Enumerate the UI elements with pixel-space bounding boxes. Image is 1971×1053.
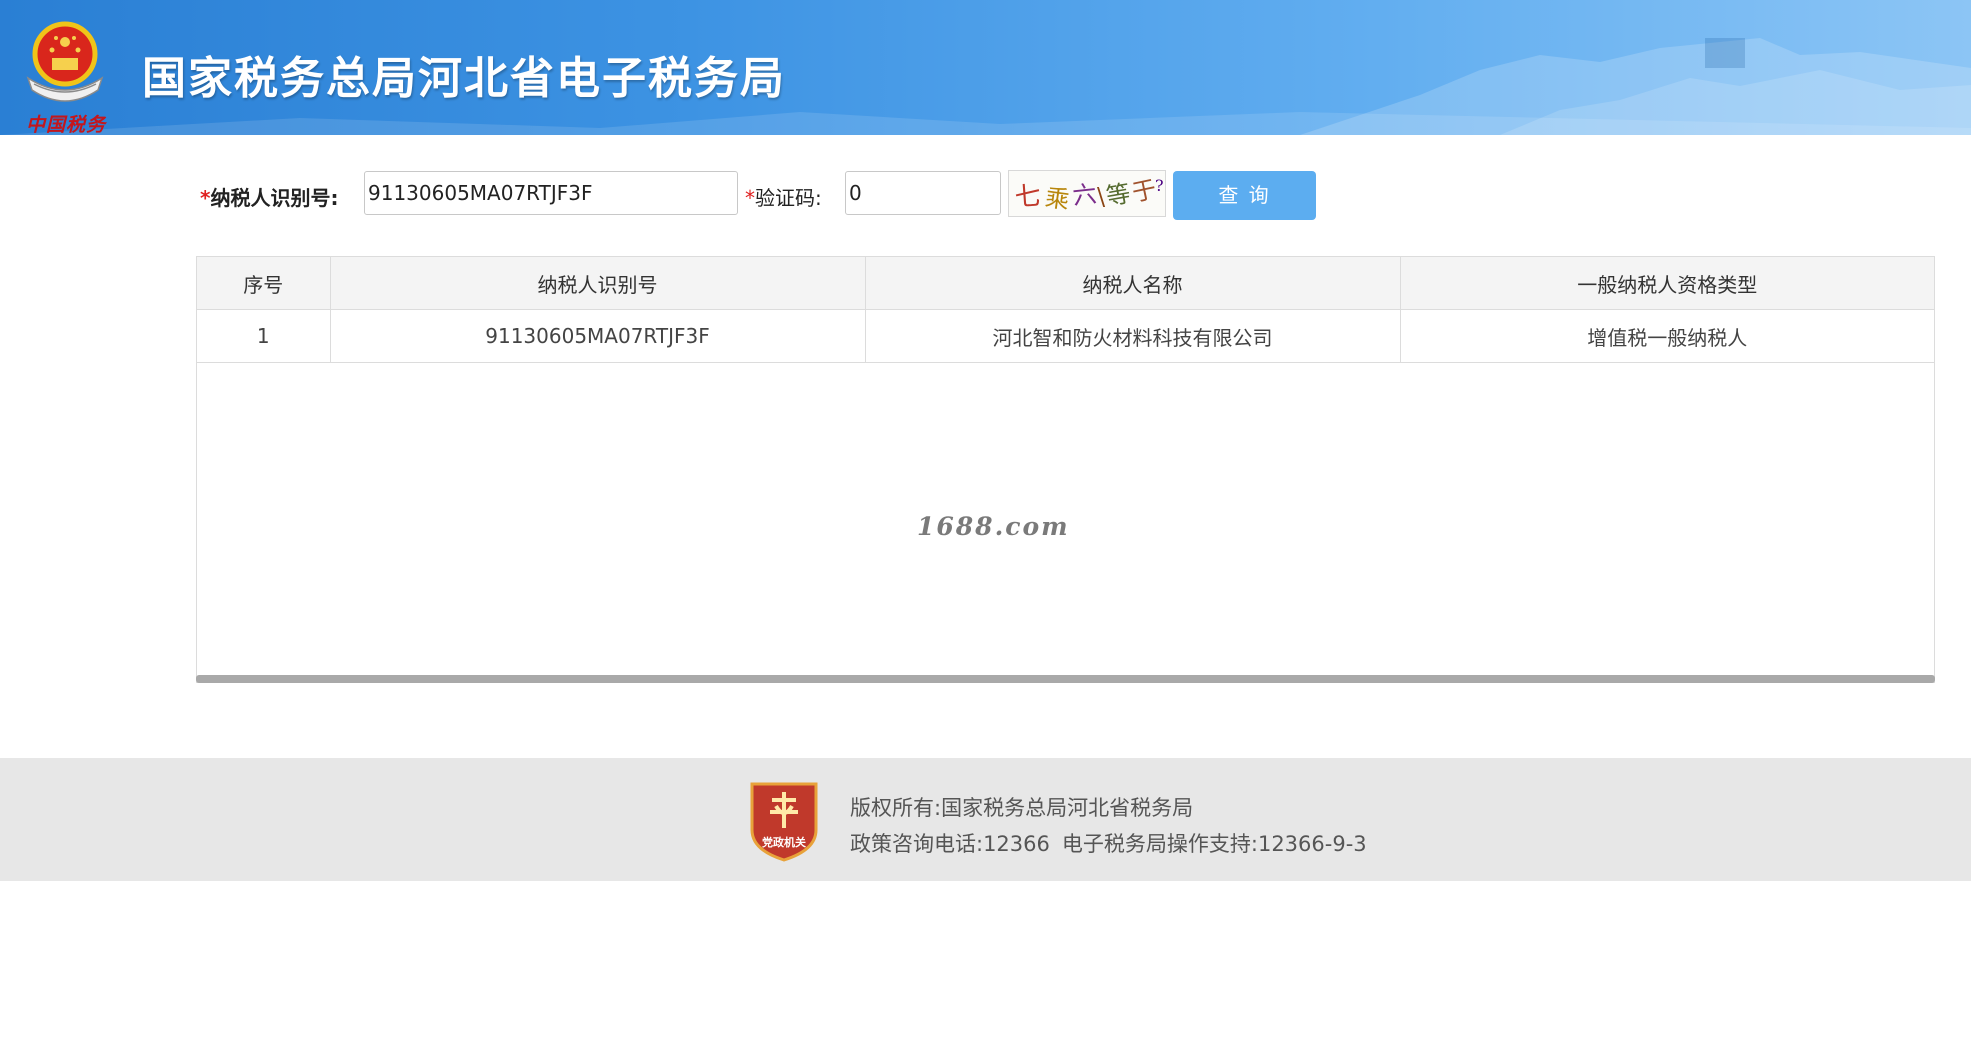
site-footer: 党政机关 版权所有:国家税务总局河北省税务局 政策咨询电话:12366 电子税务局… (0, 758, 1971, 881)
taxid-input[interactable] (364, 171, 738, 215)
watermark: 1688.com (917, 512, 1070, 541)
party-government-badge-icon[interactable]: 党政机关 (748, 778, 820, 862)
footer-hotline: 政策咨询电话:12366 (850, 832, 1050, 856)
search-form: *纳税人识别号: *验证码: 七 乘 六 \ 等 于 ? 查 询 (0, 168, 1971, 224)
footer-support: 电子税务局操作支持:12366-9-3 (1061, 832, 1367, 856)
captcha-label: *验证码: (745, 182, 822, 211)
footer-contact: 政策咨询电话:12366 电子税务局操作支持:12366-9-3 (850, 828, 1379, 858)
query-button[interactable]: 查 询 (1173, 171, 1316, 220)
china-tax-slogan: 中国税务 (26, 114, 107, 135)
footer-copyright: 版权所有:国家税务总局河北省税务局 (850, 796, 1194, 820)
results-table: 序号 纳税人识别号 纳税人名称 一般纳税人资格类型 1 91130605MA07… (196, 256, 1935, 683)
svg-text:六: 六 (1071, 180, 1098, 210)
captcha-image[interactable]: 七 乘 六 \ 等 于 ? (1008, 170, 1166, 217)
captcha-graphic: 七 乘 六 \ 等 于 ? (1014, 175, 1164, 215)
col-header-qualification-type: 一般纳税人资格类型 (1400, 257, 1934, 310)
required-mark: * (745, 186, 755, 210)
taxid-label: *纳税人识别号: (200, 182, 338, 211)
cell-index: 1 (197, 309, 331, 363)
svg-text:?: ? (1155, 176, 1164, 195)
col-header-taxid: 纳税人识别号 (330, 257, 866, 310)
cell-taxid: 91130605MA07RTJF3F (330, 309, 866, 363)
col-header-index: 序号 (197, 257, 331, 310)
svg-text:党政机关: 党政机关 (762, 835, 806, 849)
taxid-label-text: 纳税人识别号: (210, 186, 339, 210)
required-mark: * (200, 186, 211, 210)
cell-qualification-type: 增值税一般纳税人 (1400, 309, 1934, 363)
table-row: 1 91130605MA07RTJF3F 河北智和防火材料科技有限公司 增值税一… (197, 309, 1934, 363)
site-title: 国家税务总局河北省电子税务局 (142, 53, 786, 104)
col-header-taxpayer-name: 纳税人名称 (865, 257, 1401, 310)
cell-taxpayer-name: 河北智和防火材料科技有限公司 (865, 309, 1401, 363)
captcha-input[interactable] (845, 171, 1001, 215)
svg-text:七: 七 (1014, 181, 1042, 213)
svg-text:乘: 乘 (1043, 183, 1071, 214)
captcha-label-text: 验证码: (755, 186, 822, 210)
svg-text:等: 等 (1104, 179, 1132, 211)
site-header: 中国税务 国家税务总局河北省电子税务局 (0, 0, 1971, 135)
table-header-row: 序号 纳税人识别号 纳税人名称 一般纳税人资格类型 (197, 257, 1934, 310)
table-horizontal-scrollbar[interactable] (196, 675, 1935, 683)
national-emblem-icon (26, 21, 104, 102)
